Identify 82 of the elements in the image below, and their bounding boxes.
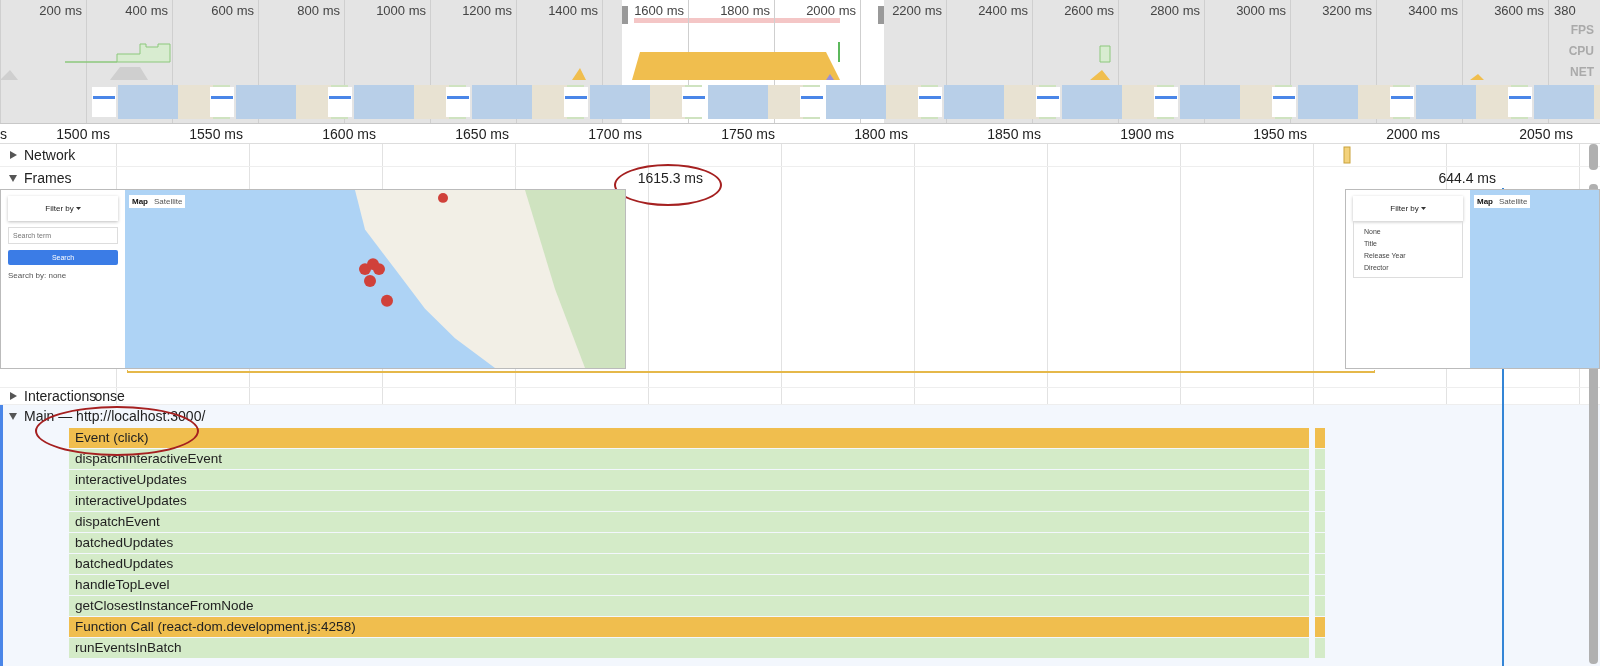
time-tick: 3400 ms xyxy=(1408,2,1458,18)
time-tick: 1800 ms xyxy=(720,2,770,18)
flame-bar[interactable]: handleTopLevel xyxy=(69,575,1309,595)
track-label: onse xyxy=(94,388,125,404)
flame-bar[interactable]: Function Call (react-dom.development.js:4258) xyxy=(69,617,1309,637)
time-tick: 1950 ms xyxy=(1253,125,1307,142)
map-type-label: Satellite xyxy=(1496,195,1531,208)
flame-bar[interactable] xyxy=(1315,596,1325,616)
range-handle[interactable] xyxy=(878,6,884,24)
flame-bar[interactable] xyxy=(1315,554,1325,574)
flame-bar[interactable] xyxy=(1315,428,1325,448)
time-tick: 3600 ms xyxy=(1494,2,1544,18)
flame-bar[interactable] xyxy=(1315,491,1325,511)
time-tick: 1200 ms xyxy=(462,2,512,18)
scrollbar-thumb[interactable] xyxy=(1589,144,1598,170)
map-type-label: Satellite xyxy=(151,195,186,208)
time-tick: 400 ms xyxy=(125,2,168,18)
expand-arrow-icon[interactable] xyxy=(8,150,18,160)
track-title[interactable]: Network xyxy=(24,147,76,163)
search-status: Search by: none xyxy=(8,271,68,280)
frame-duration: 1615.3 ms xyxy=(637,169,704,188)
track-title[interactable]: Interactions xyxy=(24,388,97,404)
flame-bar[interactable]: dispatchEvent xyxy=(69,512,1309,532)
scrollbar-thumb[interactable] xyxy=(1589,184,1598,664)
time-tick: 1550 ms xyxy=(189,125,243,142)
flame-bar[interactable] xyxy=(1315,533,1325,553)
time-tick: 1400 ms xyxy=(548,2,598,18)
flame-bar[interactable]: interactiveUpdates xyxy=(69,470,1309,490)
time-tick: 600 ms xyxy=(211,2,254,18)
flame-bar[interactable] xyxy=(1315,449,1325,469)
caret-icon xyxy=(75,207,81,210)
frame-duration: 644.4 ms xyxy=(1438,169,1497,188)
flame-bar[interactable]: batchedUpdates xyxy=(69,554,1309,574)
time-tick: 1000 ms xyxy=(376,2,426,18)
time-tick: 3000 ms xyxy=(1236,2,1286,18)
time-tick: 1900 ms xyxy=(1120,125,1174,142)
time-tick: 200 ms xyxy=(39,2,82,18)
rendering-activity-graph xyxy=(826,74,834,80)
flame-bar[interactable]: Event (click) xyxy=(69,428,1309,448)
time-tick: 2000 ms xyxy=(1386,125,1440,142)
time-tick: 1750 ms xyxy=(721,125,775,142)
time-tick: 800 ms xyxy=(297,2,340,18)
time-tick: 2050 ms xyxy=(1519,125,1573,142)
time-tick: 380 xyxy=(1554,2,1576,18)
map-type-label: Map xyxy=(129,195,151,208)
time-tick: 2000 ms xyxy=(806,2,856,18)
expand-arrow-icon[interactable] xyxy=(8,391,18,401)
time-tick: 2600 ms xyxy=(1064,2,1114,18)
flame-bar[interactable] xyxy=(1315,617,1325,637)
time-tick: 2400 ms xyxy=(978,2,1028,18)
flame-bar[interactable]: batchedUpdates xyxy=(69,533,1309,553)
filter-button: Filter by xyxy=(8,196,118,221)
expand-arrow-icon[interactable] xyxy=(8,173,18,183)
caret-icon xyxy=(1420,207,1426,210)
time-tick: 1500 ms xyxy=(56,125,110,142)
range-handle[interactable] xyxy=(622,6,628,24)
time-tick: 1850 ms xyxy=(987,125,1041,142)
flame-bar[interactable] xyxy=(1315,512,1325,532)
time-tick: 1600 ms xyxy=(322,125,376,142)
flame-bar[interactable]: runEventsInBatch xyxy=(69,638,1309,658)
time-tick: 2200 ms xyxy=(892,2,942,18)
time-tick: 1700 ms xyxy=(588,125,642,142)
flame-bar[interactable] xyxy=(1315,575,1325,595)
time-tick: 2800 ms xyxy=(1150,2,1200,18)
flame-bar[interactable]: getClosestInstanceFromNode xyxy=(69,596,1309,616)
time-tick: 3200 ms xyxy=(1322,2,1372,18)
filter-button: Filter by xyxy=(1353,196,1463,221)
map-type-label: Map xyxy=(1474,195,1496,208)
flame-bar[interactable] xyxy=(1315,638,1325,658)
time-tick: 1800 ms xyxy=(854,125,908,142)
network-request-icon xyxy=(1340,145,1354,165)
flame-bar[interactable]: interactiveUpdates xyxy=(69,491,1309,511)
track-title[interactable]: Frames xyxy=(24,170,72,186)
flame-bar[interactable] xyxy=(1315,470,1325,490)
time-tick: s xyxy=(0,125,8,142)
lane-label: CPU xyxy=(1568,44,1594,58)
time-tick: 1650 ms xyxy=(455,125,509,142)
lane-label: FPS xyxy=(1570,23,1594,38)
expand-arrow-icon[interactable] xyxy=(8,411,18,421)
time-tick: 1600 ms xyxy=(634,2,684,18)
flame-bar[interactable]: dispatchInteractiveEvent xyxy=(69,449,1309,469)
lane-label: NET xyxy=(1570,64,1594,79)
